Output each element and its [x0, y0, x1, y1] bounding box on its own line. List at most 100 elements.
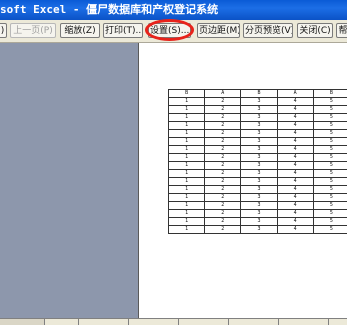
table-cell: 1 [169, 178, 205, 186]
table-row: 12345 [169, 162, 347, 170]
table-cell: 1 [169, 130, 205, 138]
table-cell: 5 [313, 106, 347, 114]
table-header-cell: A [205, 90, 241, 98]
table-cell: 3 [241, 114, 277, 122]
table-row: 12345 [169, 130, 347, 138]
table-cell: 1 [169, 170, 205, 178]
table-cell: 5 [313, 98, 347, 106]
zoom-button[interactable]: 缩放(Z) [60, 23, 100, 38]
table-header-cell: B [169, 90, 205, 98]
table-row: 12345 [169, 178, 347, 186]
table-header-cell: B [241, 90, 277, 98]
table-body: BABAB12345123451234512345123451234512345… [169, 90, 347, 234]
table-cell: 5 [313, 114, 347, 122]
table-cell: 5 [313, 202, 347, 210]
table-cell: 2 [205, 106, 241, 114]
table-cell: 2 [205, 210, 241, 218]
table-cell: 1 [169, 122, 205, 130]
table-cell: 4 [277, 218, 313, 226]
table-cell: 1 [169, 114, 205, 122]
table-cell: 5 [313, 138, 347, 146]
table-cell: 1 [169, 146, 205, 154]
setup-button[interactable]: 设置(S)... [148, 23, 191, 38]
table-cell: 2 [205, 154, 241, 162]
table-row: 12345 [169, 170, 347, 178]
table-cell: 4 [277, 130, 313, 138]
status-segment [228, 319, 279, 325]
table-row: 12345 [169, 122, 347, 130]
table-cell: 2 [205, 122, 241, 130]
table-cell: 2 [205, 226, 241, 234]
table-cell: 2 [205, 202, 241, 210]
data-table: BABAB12345123451234512345123451234512345… [168, 89, 347, 234]
table-cell: 2 [205, 186, 241, 194]
table-cell: 5 [313, 162, 347, 170]
table-cell: 3 [241, 106, 277, 114]
table-row: 12345 [169, 154, 347, 162]
table-cell: 2 [205, 218, 241, 226]
table-cell: 1 [169, 138, 205, 146]
margins-button[interactable]: 页边距(M) [197, 23, 240, 38]
status-segment [78, 319, 129, 325]
window-title: soft Excel - 僵尸数据库和产权登记系统 [0, 0, 218, 20]
table-cell: 1 [169, 186, 205, 194]
print-preview-toolbar: ) 上一页(P) 缩放(Z) 打印(T)... 设置(S)... 页边距(M) … [0, 20, 347, 43]
page-break-preview-button[interactable]: 分页预览(V) [243, 23, 293, 38]
table-cell: 5 [313, 146, 347, 154]
table-cell: 1 [169, 194, 205, 202]
table-cell: 3 [241, 138, 277, 146]
table-cell: 4 [277, 138, 313, 146]
table-cell: 4 [277, 226, 313, 234]
table-row: 12345 [169, 218, 347, 226]
table-row: 12345 [169, 138, 347, 146]
table-cell: 2 [205, 130, 241, 138]
table-cell: 5 [313, 226, 347, 234]
print-button[interactable]: 打印(T)... [103, 23, 143, 38]
table-row: 12345 [169, 114, 347, 122]
table-cell: 2 [205, 146, 241, 154]
table-cell: 4 [277, 170, 313, 178]
table-cell: 1 [169, 218, 205, 226]
table-cell: 3 [241, 226, 277, 234]
table-cell: 3 [241, 154, 277, 162]
table-cell: 5 [313, 218, 347, 226]
table-row: 12345 [169, 106, 347, 114]
table-row: 12345 [169, 194, 347, 202]
status-segment [178, 319, 229, 325]
table-cell: 3 [241, 162, 277, 170]
table-row: 12345 [169, 210, 347, 218]
table-cell: 3 [241, 218, 277, 226]
table-cell: 4 [277, 122, 313, 130]
close-button[interactable]: 关闭(C) [297, 23, 333, 38]
table-cell: 2 [205, 194, 241, 202]
status-segment [278, 319, 329, 325]
table-cell: 3 [241, 210, 277, 218]
table-cell: 5 [313, 154, 347, 162]
help-button[interactable]: 帮 [336, 23, 347, 38]
previous-page-button[interactable]: 上一页(P) [10, 23, 56, 38]
table-cell: 4 [277, 98, 313, 106]
table-cell: 5 [313, 178, 347, 186]
table-cell: 5 [313, 122, 347, 130]
table-row: 12345 [169, 98, 347, 106]
print-page: BABAB12345123451234512345123451234512345… [138, 43, 347, 318]
table-header-cell: B [313, 90, 347, 98]
table-cell: 2 [205, 170, 241, 178]
table-cell: 3 [241, 186, 277, 194]
table-cell: 4 [277, 186, 313, 194]
table-cell: 1 [169, 106, 205, 114]
table-header-cell: A [277, 90, 313, 98]
status-segment [44, 319, 79, 325]
table-cell: 2 [205, 114, 241, 122]
table-cell: 5 [313, 170, 347, 178]
title-bar: soft Excel - 僵尸数据库和产权登记系统 [0, 0, 347, 20]
table-cell: 1 [169, 210, 205, 218]
table-cell: 3 [241, 146, 277, 154]
table-cell: 2 [205, 98, 241, 106]
table-row: 12345 [169, 226, 347, 234]
zoom-button-partial[interactable]: ) [0, 23, 7, 38]
table-cell: 3 [241, 178, 277, 186]
table-header-row: BABAB [169, 90, 347, 98]
status-segment [0, 319, 45, 325]
table-cell: 3 [241, 98, 277, 106]
